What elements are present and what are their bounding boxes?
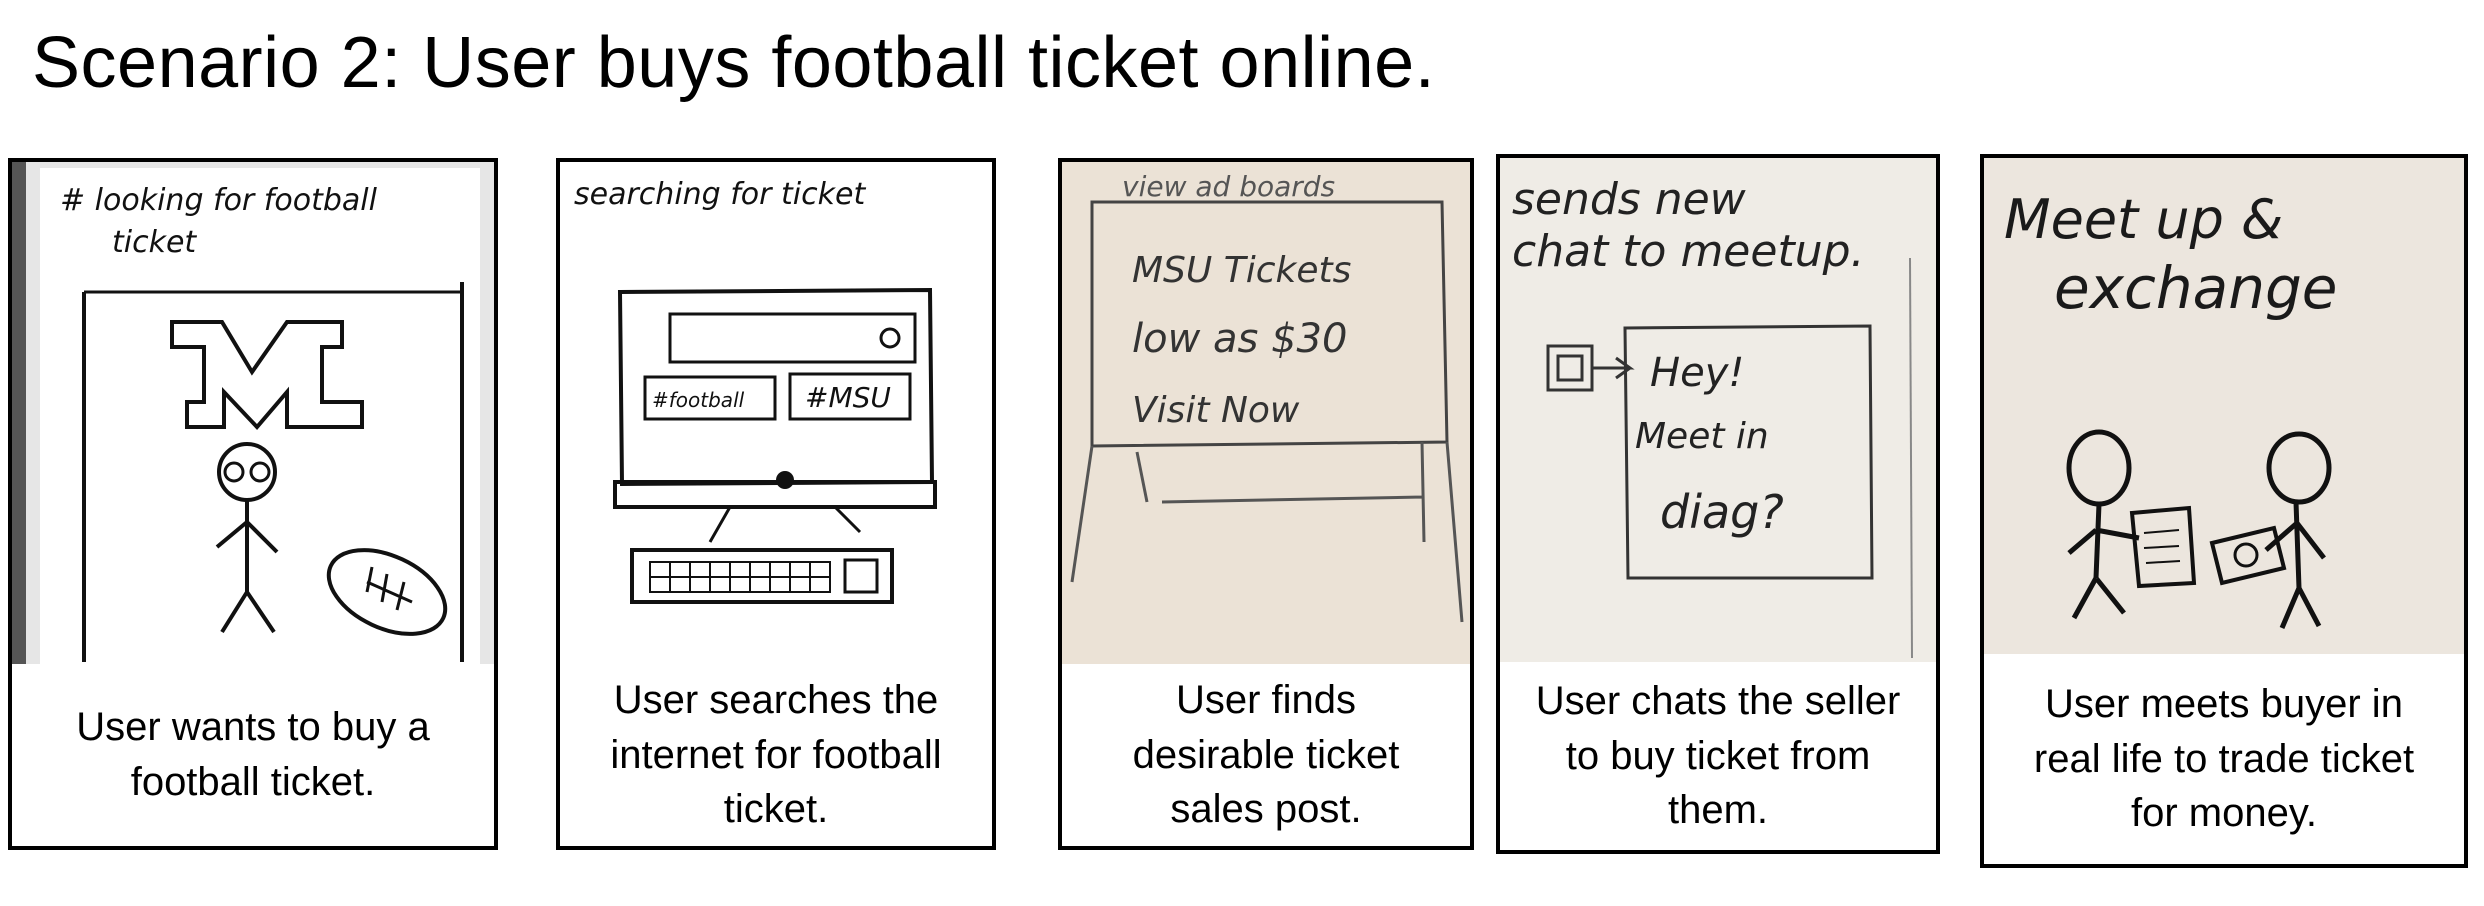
panel-caption: User chats the seller to buy ticket from… — [1535, 678, 1901, 833]
storyboard-panel-2: searching for ticket #football #MSU User… — [556, 158, 996, 850]
sketch-ad-line-2: low as $30 — [1132, 316, 1347, 362]
storyboard-panel-4: sends new chat to meetup. Hey! Meet in d… — [1496, 154, 1940, 854]
sketch-chat-meet-in: Meet in — [1635, 416, 1769, 457]
panel-caption: User meets buyer in real life to trade t… — [2033, 681, 2415, 836]
sketch-label-view-ad: view ad boards — [1122, 170, 1335, 203]
panel-caption: User wants to buy a football ticket. — [76, 705, 430, 804]
sketch-chat-to-meetup: sends new chat to meetup. Hey! Meet in d… — [1500, 158, 1936, 662]
sketch-label-ticket: ticket — [112, 225, 197, 260]
storyboard-panel-5: Meet up & exchange User meets buyer in r… — [1980, 154, 2468, 868]
sketch-ad-line-3: Visit Now — [1132, 390, 1300, 431]
sketch-label-meet-up: Meet up & — [2004, 188, 2283, 251]
sketch-ad-line-1: MSU Tickets — [1132, 250, 1351, 291]
page-title: Scenario 2: User buys football ticket on… — [32, 23, 1436, 103]
storyboard-panel-3: view ad boards MSU Tickets low as $30 Vi… — [1058, 158, 1474, 850]
sketch-looking-for-ticket: # looking for football ticket — [12, 162, 494, 664]
sketch-meet-up-exchange: Meet up & exchange — [1984, 158, 2464, 654]
sketch-label-searching: searching for ticket — [574, 177, 866, 212]
panel-caption: User finds desirable ticket sales post. — [1132, 677, 1400, 832]
sketch-tag-msu: #MSU — [805, 381, 891, 414]
storyboard-panel-1: # looking for football ticket User wants… — [8, 158, 498, 850]
sketch-tag-football: #football — [652, 388, 745, 412]
sketch-ad-board: view ad boards MSU Tickets low as $30 Vi… — [1062, 162, 1470, 664]
panel-caption: User searches the internet for football … — [610, 677, 942, 832]
sketch-label-sends-new: sends new — [1512, 174, 1747, 225]
sketch-chat-hey: Hey! — [1650, 350, 1744, 396]
sketch-label-exchange: exchange — [2054, 254, 2337, 322]
sketch-chat-diag: diag? — [1660, 485, 1784, 539]
sketch-label-looking: # looking for football — [60, 183, 378, 218]
sketch-searching-for-ticket: searching for ticket #football #MSU — [560, 162, 992, 664]
sketch-label-chat-to-meetup: chat to meetup. — [1512, 226, 1865, 277]
